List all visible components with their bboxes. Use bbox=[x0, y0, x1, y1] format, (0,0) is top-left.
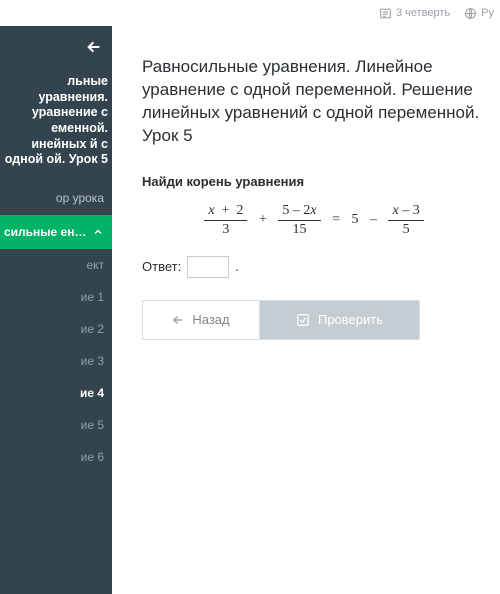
sidebar-accordion[interactable]: сильные ения. Линей... bbox=[0, 215, 112, 249]
sidebar-subitem-1[interactable]: ие 1 bbox=[0, 281, 112, 313]
sidebar-subitem-3[interactable]: ие 3 bbox=[0, 345, 112, 377]
content: Равносильные уравнения. Линейное уравнен… bbox=[112, 26, 500, 594]
globe-icon bbox=[464, 7, 477, 20]
quarter-label: 3 четверть bbox=[396, 7, 450, 19]
equation: x + 23 + 5 – 2x15 = 5 – x – 35 bbox=[142, 203, 486, 238]
check-button-label: Проверить bbox=[318, 312, 383, 327]
sidebar-subitem-0[interactable]: ект bbox=[0, 249, 112, 281]
quarter-selector[interactable]: 3 четверть bbox=[379, 7, 450, 20]
chevron-up-icon bbox=[92, 226, 104, 238]
answer-period: . bbox=[235, 259, 239, 274]
list-icon bbox=[379, 7, 392, 20]
check-button[interactable]: Проверить bbox=[260, 300, 420, 340]
sidebar-subitem-6[interactable]: ие 6 bbox=[0, 441, 112, 473]
sidebar-subitem-2[interactable]: ие 2 bbox=[0, 313, 112, 345]
sidebar-subitem-4[interactable]: ие 4 bbox=[0, 377, 112, 409]
check-square-icon bbox=[296, 313, 310, 327]
arrow-left-icon bbox=[172, 314, 184, 326]
sidebar-subitem-5[interactable]: ие 5 bbox=[0, 409, 112, 441]
arrow-left-icon bbox=[86, 39, 102, 55]
lang-selector[interactable]: Ру bbox=[464, 7, 494, 20]
sidebar-overview[interactable]: ор урока bbox=[0, 180, 112, 215]
task-label: Найди корень уравнения bbox=[142, 174, 486, 189]
answer-input[interactable] bbox=[187, 256, 229, 278]
back-button-label: Назад bbox=[192, 312, 229, 327]
sidebar-title: льные уравнения. уравнение с еменной. ин… bbox=[0, 68, 112, 180]
back-button[interactable]: Назад bbox=[142, 300, 260, 340]
sidebar-back-button[interactable] bbox=[0, 26, 112, 68]
lang-label: Ру bbox=[481, 7, 494, 19]
sidebar-accordion-label: сильные ения. Линей... bbox=[4, 225, 88, 239]
answer-label: Ответ: bbox=[142, 259, 181, 274]
sidebar: льные уравнения. уравнение с еменной. ин… bbox=[0, 26, 112, 594]
page-title: Равносильные уравнения. Линейное уравнен… bbox=[142, 56, 486, 148]
